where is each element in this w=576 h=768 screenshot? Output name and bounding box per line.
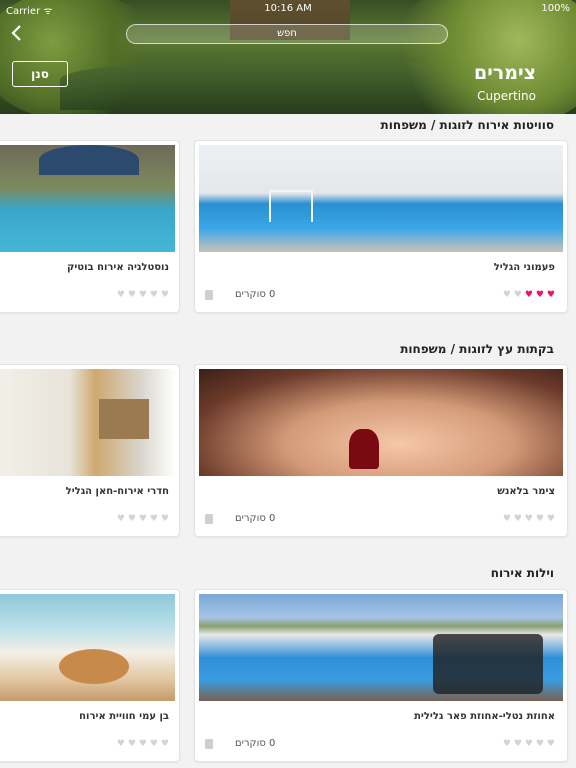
heart-icon: ♥ bbox=[546, 290, 555, 300]
listing-photo bbox=[0, 369, 175, 476]
heart-icon: ♥ bbox=[138, 514, 147, 524]
heart-icon: ♥ bbox=[502, 290, 511, 300]
heart-icon: ♥ bbox=[513, 739, 522, 749]
trash-icon[interactable] bbox=[205, 514, 213, 524]
rating-hearts: ♥ ♥ ♥ ♥ ♥ bbox=[502, 739, 555, 749]
section-title: וילות אירוח bbox=[490, 566, 554, 580]
heart-icon: ♥ bbox=[160, 514, 169, 524]
filter-button[interactable]: סנן bbox=[12, 61, 68, 87]
section-title: בקתות עץ לזוגות / משפחות bbox=[400, 342, 554, 356]
listing-name: פעמוני הגליל bbox=[493, 262, 555, 273]
trash-icon[interactable] bbox=[205, 290, 213, 300]
chevron-left-icon bbox=[11, 25, 21, 41]
reviews-count: 0 סוקרים bbox=[235, 513, 276, 524]
heart-icon: ♥ bbox=[116, 739, 125, 749]
heart-icon: ♥ bbox=[524, 514, 533, 524]
heart-icon: ♥ bbox=[524, 290, 533, 300]
heart-icon: ♥ bbox=[513, 514, 522, 524]
heart-icon: ♥ bbox=[535, 290, 544, 300]
listing-card[interactable]: פעמוני הגליל ♥ ♥ ♥ ♥ ♥ 0 סוקרים bbox=[194, 140, 568, 313]
heart-icon: ♥ bbox=[524, 739, 533, 749]
heart-icon: ♥ bbox=[127, 739, 136, 749]
heart-icon: ♥ bbox=[546, 739, 555, 749]
rating-hearts: ♥ ♥ ♥ ♥ ♥ bbox=[502, 290, 555, 300]
listing-photo bbox=[199, 594, 563, 701]
listing-photo bbox=[0, 594, 175, 701]
heart-icon: ♥ bbox=[513, 290, 522, 300]
listing-name: בן עמי חוויית אירוח bbox=[79, 711, 169, 722]
heart-icon: ♥ bbox=[138, 739, 147, 749]
rating-hearts: ♥ ♥ ♥ ♥ ♥ bbox=[502, 514, 555, 524]
status-bar: Carrier ᯤ 10:16 AM 100% bbox=[0, 0, 576, 18]
heart-icon: ♥ bbox=[160, 739, 169, 749]
listing-card[interactable]: בן עמי חוויית אירוח ♥ ♥ ♥ ♥ ♥ bbox=[0, 589, 180, 762]
heart-icon: ♥ bbox=[149, 739, 158, 749]
reviews-count: 0 סוקרים bbox=[235, 738, 276, 749]
location-label: Cupertino bbox=[477, 89, 536, 103]
heart-icon: ♥ bbox=[127, 290, 136, 300]
listing-card[interactable]: נוסטלגיה אירוח בוטיק ♥ ♥ ♥ ♥ ♥ bbox=[0, 140, 180, 313]
page-title: צימרים bbox=[473, 62, 536, 84]
listing-photo bbox=[199, 369, 563, 476]
heart-icon: ♥ bbox=[149, 290, 158, 300]
listing-name: צימר בלאנש bbox=[497, 486, 555, 497]
listing-card[interactable]: אחוזת נטלי-אחוזת פאר גלילית ♥ ♥ ♥ ♥ ♥ 0 … bbox=[194, 589, 568, 762]
heart-icon: ♥ bbox=[502, 514, 511, 524]
heart-icon: ♥ bbox=[535, 739, 544, 749]
listing-name: חדרי אירוח-חאן הגליל bbox=[65, 486, 169, 497]
heart-icon: ♥ bbox=[160, 290, 169, 300]
search-input[interactable]: חפש bbox=[126, 24, 448, 44]
clock: 10:16 AM bbox=[264, 3, 312, 14]
heart-icon: ♥ bbox=[502, 739, 511, 749]
heart-icon: ♥ bbox=[149, 514, 158, 524]
listing-card[interactable]: חדרי אירוח-חאן הגליל ♥ ♥ ♥ ♥ ♥ bbox=[0, 364, 180, 537]
heart-icon: ♥ bbox=[116, 290, 125, 300]
rating-hearts: ♥ ♥ ♥ ♥ ♥ bbox=[116, 514, 169, 524]
battery-level: 100% bbox=[541, 3, 570, 14]
rating-hearts: ♥ ♥ ♥ ♥ ♥ bbox=[116, 739, 169, 749]
listing-photo bbox=[0, 145, 175, 252]
section-title: סוויטות אירוח לזוגות / משפחות bbox=[380, 118, 554, 132]
back-button[interactable] bbox=[10, 24, 30, 46]
app-screen: Carrier ᯤ 10:16 AM 100% חפש סנן צימרים C… bbox=[0, 0, 576, 768]
heart-icon: ♥ bbox=[535, 514, 544, 524]
trash-icon[interactable] bbox=[205, 739, 213, 749]
heart-icon: ♥ bbox=[546, 514, 555, 524]
listing-name: אחוזת נטלי-אחוזת פאר גלילית bbox=[414, 711, 555, 722]
listing-card[interactable]: צימר בלאנש ♥ ♥ ♥ ♥ ♥ 0 סוקרים bbox=[194, 364, 568, 537]
heart-icon: ♥ bbox=[116, 514, 125, 524]
heart-icon: ♥ bbox=[127, 514, 136, 524]
rating-hearts: ♥ ♥ ♥ ♥ ♥ bbox=[116, 290, 169, 300]
header-banner: Carrier ᯤ 10:16 AM 100% חפש סנן צימרים C… bbox=[0, 0, 576, 114]
reviews-count: 0 סוקרים bbox=[235, 289, 276, 300]
listing-photo bbox=[199, 145, 563, 252]
heart-icon: ♥ bbox=[138, 290, 147, 300]
listing-name: נוסטלגיה אירוח בוטיק bbox=[66, 262, 169, 273]
